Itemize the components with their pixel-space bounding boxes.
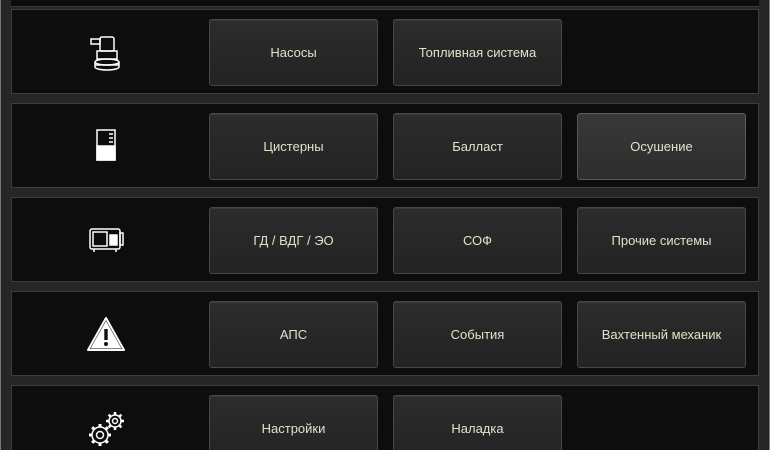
gears-icon: [84, 407, 128, 450]
commissioning-button[interactable]: Наладка: [393, 395, 562, 450]
menu-row-settings: Настройки Наладка: [11, 385, 759, 450]
fuel-system-button[interactable]: Топливная система: [393, 19, 562, 86]
sof-button[interactable]: СОФ: [393, 207, 562, 274]
warning-icon: [84, 313, 128, 357]
menu-row-engine: ГД / ВДГ / ЭО СОФ Прочие системы: [11, 197, 759, 282]
main-menu-screen: Насосы Топливная система Цистерны Баллас…: [0, 0, 770, 450]
pumps-button[interactable]: Насосы: [209, 19, 378, 86]
settings-button[interactable]: Настройки: [209, 395, 378, 450]
menu-row-tanks: Цистерны Балласт Осушение: [11, 103, 759, 188]
bilge-button[interactable]: Осушение: [577, 113, 746, 180]
tanks-button[interactable]: Цистерны: [209, 113, 378, 180]
tank-icon: [84, 125, 128, 169]
events-button[interactable]: События: [393, 301, 562, 368]
watch-engineer-button[interactable]: Вахтенный механик: [577, 301, 746, 368]
engine-icon: [84, 219, 128, 263]
menu-row-alarms: АПС События Вахтенный механик: [11, 291, 759, 376]
top-strip: [11, 0, 759, 7]
other-systems-button[interactable]: Прочие системы: [577, 207, 746, 274]
pump-icon: [84, 31, 128, 75]
menu-row-pumps: Насосы Топливная система: [11, 9, 759, 94]
ballast-button[interactable]: Балласт: [393, 113, 562, 180]
aps-button[interactable]: АПС: [209, 301, 378, 368]
main-engine-button[interactable]: ГД / ВДГ / ЭО: [209, 207, 378, 274]
